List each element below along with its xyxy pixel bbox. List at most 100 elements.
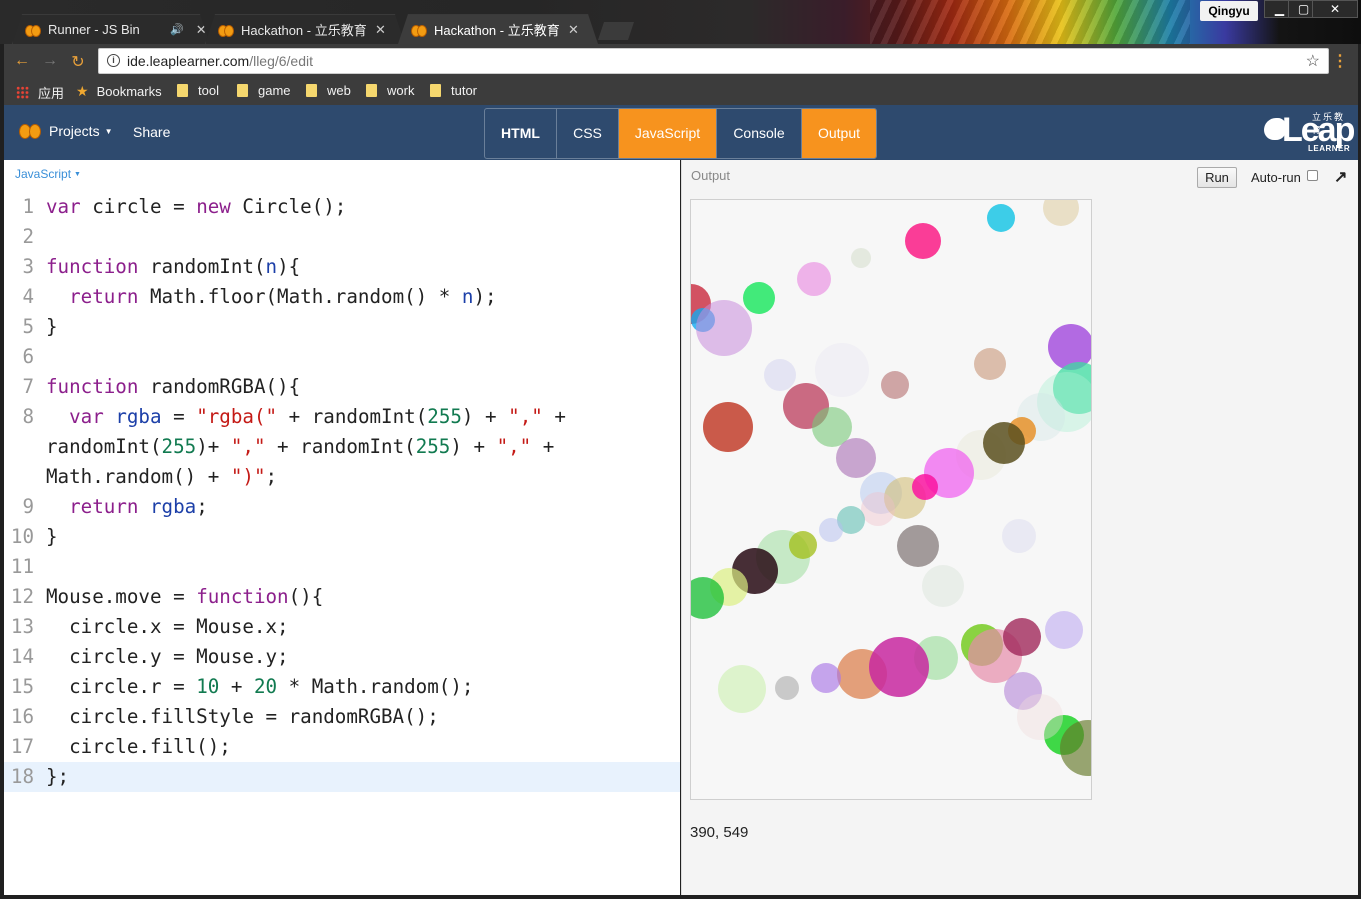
drawn-circle (718, 665, 766, 713)
editor-language-label: JavaScript (15, 167, 72, 181)
browser-tab-hackathon-2[interactable]: Hackathon - 立乐教育 ✕ (398, 14, 598, 44)
window-close-icon[interactable]: ✕ (1312, 0, 1358, 18)
bookmark-folder-web[interactable]: web (306, 83, 351, 98)
drawn-circle (1043, 200, 1079, 226)
drawn-circle (1017, 694, 1063, 740)
address-bar[interactable]: i ide.leaplearner.com/lleg/6/edit ☆ (98, 48, 1329, 74)
url-host: ide.leaplearner.com (127, 53, 250, 69)
code-line[interactable]: 12 Mouse.move = function(){ (4, 582, 680, 612)
editor-language-dropdown[interactable]: JavaScript ▼ (15, 167, 81, 181)
autorun-label: Auto-run (1251, 170, 1301, 185)
code-line[interactable]: 13 circle.x = Mouse.x; (4, 612, 680, 642)
panel-css-button[interactable]: CSS (557, 109, 619, 158)
javascript-editor-panel[interactable]: JavaScript ▼ 1 var circle = new Circle(); … (4, 160, 680, 895)
run-button[interactable]: Run (1197, 167, 1237, 188)
code-line[interactable]: 3 function randomInt(n){ (4, 252, 680, 282)
popout-arrow-icon[interactable]: ↗ (1334, 167, 1347, 187)
projects-label: Projects (49, 123, 100, 139)
bookmark-label: web (327, 83, 351, 98)
code-line-wrap[interactable]: randomInt(255)+ "," + randomInt(255) + "… (4, 432, 680, 462)
drawn-circle (922, 565, 964, 607)
folder-icon (177, 84, 188, 97)
bookmark-folder-tool[interactable]: tool (177, 83, 219, 98)
drawn-circle (743, 282, 775, 314)
url-path: /lleg/6/edit (249, 53, 314, 69)
code-line[interactable]: 6 (4, 342, 680, 372)
jsbin-logo-icon (19, 123, 41, 139)
share-button[interactable]: Share (133, 124, 170, 140)
panel-html-button[interactable]: HTML (485, 109, 557, 158)
site-info-icon[interactable]: i (107, 54, 120, 67)
reload-icon[interactable]: ↻ (68, 52, 88, 72)
leap-logo-cn: 立乐教育 (1312, 112, 1346, 135)
drawn-circle (1002, 519, 1036, 553)
audio-playing-icon[interactable]: 🔊 (170, 23, 184, 36)
panel-javascript-button[interactable]: JavaScript (619, 109, 717, 158)
bookmark-label: Bookmarks (96, 84, 162, 99)
code-line-active[interactable]: 18}; (4, 762, 680, 792)
output-label: Output (691, 168, 731, 183)
bookmark-label: tool (198, 83, 219, 98)
code-line-wrap[interactable]: Math.random() + ")"; (4, 462, 680, 492)
bookmarks-bar: 应用 ★ Bookmarks tool game web work tutor (4, 78, 1358, 105)
star-icon: ★ (76, 83, 89, 99)
drawn-circle (819, 518, 843, 542)
url-text: ide.leaplearner.com/lleg/6/edit (127, 53, 313, 69)
folder-icon (306, 84, 317, 97)
drawn-circle (1045, 611, 1083, 649)
circles-drawing (691, 200, 1091, 776)
tab-close-icon[interactable]: ✕ (375, 22, 386, 38)
tab-label: Hackathon - 立乐教育 (434, 23, 560, 38)
code-line[interactable]: 4 return Math.floor(Math.random() * n); (4, 282, 680, 312)
drawn-circle (1003, 618, 1041, 656)
jsbin-favicon-icon (218, 23, 234, 37)
drawn-circle (703, 402, 753, 452)
drawn-circle (775, 676, 799, 700)
code-line[interactable]: 2 (4, 222, 680, 252)
bookmark-star-icon[interactable]: ☆ (1306, 51, 1320, 71)
panel-console-button[interactable]: Console (717, 109, 802, 158)
code-line[interactable]: 10} (4, 522, 680, 552)
browser-tab-runner[interactable]: Runner - JS Bin 🔊 ✕ (12, 14, 210, 44)
panel-output-button[interactable]: Output (802, 109, 876, 158)
code-line[interactable]: 14 circle.y = Mouse.y; (4, 642, 680, 672)
projects-menu[interactable]: Projects ▼ (19, 123, 113, 139)
bookmark-label: 应用 (38, 86, 65, 101)
code-line[interactable]: 16 circle.fillStyle = randomRGBA(); (4, 702, 680, 732)
folder-icon (237, 84, 248, 97)
bookmark-folder-game[interactable]: game (237, 83, 291, 98)
bookmark-folder-work[interactable]: work (366, 83, 414, 98)
drawn-circle (905, 223, 941, 259)
browser-menu-icon[interactable]: ⋮ (1332, 51, 1348, 71)
tab-close-icon[interactable]: ✕ (568, 22, 579, 38)
drawn-circle (696, 300, 752, 356)
code-line[interactable]: 5} (4, 312, 680, 342)
drawn-circle (861, 492, 895, 526)
drawn-circle (974, 348, 1006, 380)
panel-toggle-group: HTML CSS JavaScript Console Output (484, 108, 877, 159)
leap-learner-logo: Leap 立乐教育 LEARNER (1262, 108, 1355, 156)
bookmark-apps[interactable]: 应用 (16, 83, 64, 102)
forward-arrow-icon[interactable]: → (40, 52, 60, 70)
browser-tab-hackathon-1[interactable]: Hackathon - 立乐教育 ✕ (205, 14, 405, 44)
wallpaper-streaks (870, 0, 1190, 44)
drawn-circle (815, 343, 869, 397)
jsbin-favicon-icon (25, 23, 41, 37)
autorun-checkbox[interactable] (1307, 170, 1318, 181)
code-line[interactable]: 7 function randomRGBA(){ (4, 372, 680, 402)
bookmark-folder-tutor[interactable]: tutor (430, 83, 477, 98)
code-line[interactable]: 15 circle.r = 10 + 20 * Math.random(); (4, 672, 680, 702)
profile-user-badge[interactable]: Qingyu (1200, 1, 1258, 21)
code-line[interactable]: 11 (4, 552, 680, 582)
back-arrow-icon[interactable]: ← (12, 52, 32, 70)
new-tab-button[interactable] (598, 22, 634, 40)
code-line[interactable]: 9 return rgba; (4, 492, 680, 522)
code-line[interactable]: 17 circle.fill(); (4, 732, 680, 762)
code-line[interactable]: 8 var rgba = "rgba(" + randomInt(255) + … (4, 402, 680, 432)
window-frame-bottom (0, 895, 1361, 899)
bookmark-bookmarks[interactable]: ★ Bookmarks (76, 83, 162, 100)
jsbin-app-bar: Projects ▼ Share HTML CSS JavaScript Con… (4, 105, 1358, 160)
tab-close-icon[interactable]: ✕ (196, 22, 207, 38)
output-canvas[interactable] (690, 199, 1092, 800)
code-line[interactable]: 1 var circle = new Circle(); (4, 192, 680, 222)
